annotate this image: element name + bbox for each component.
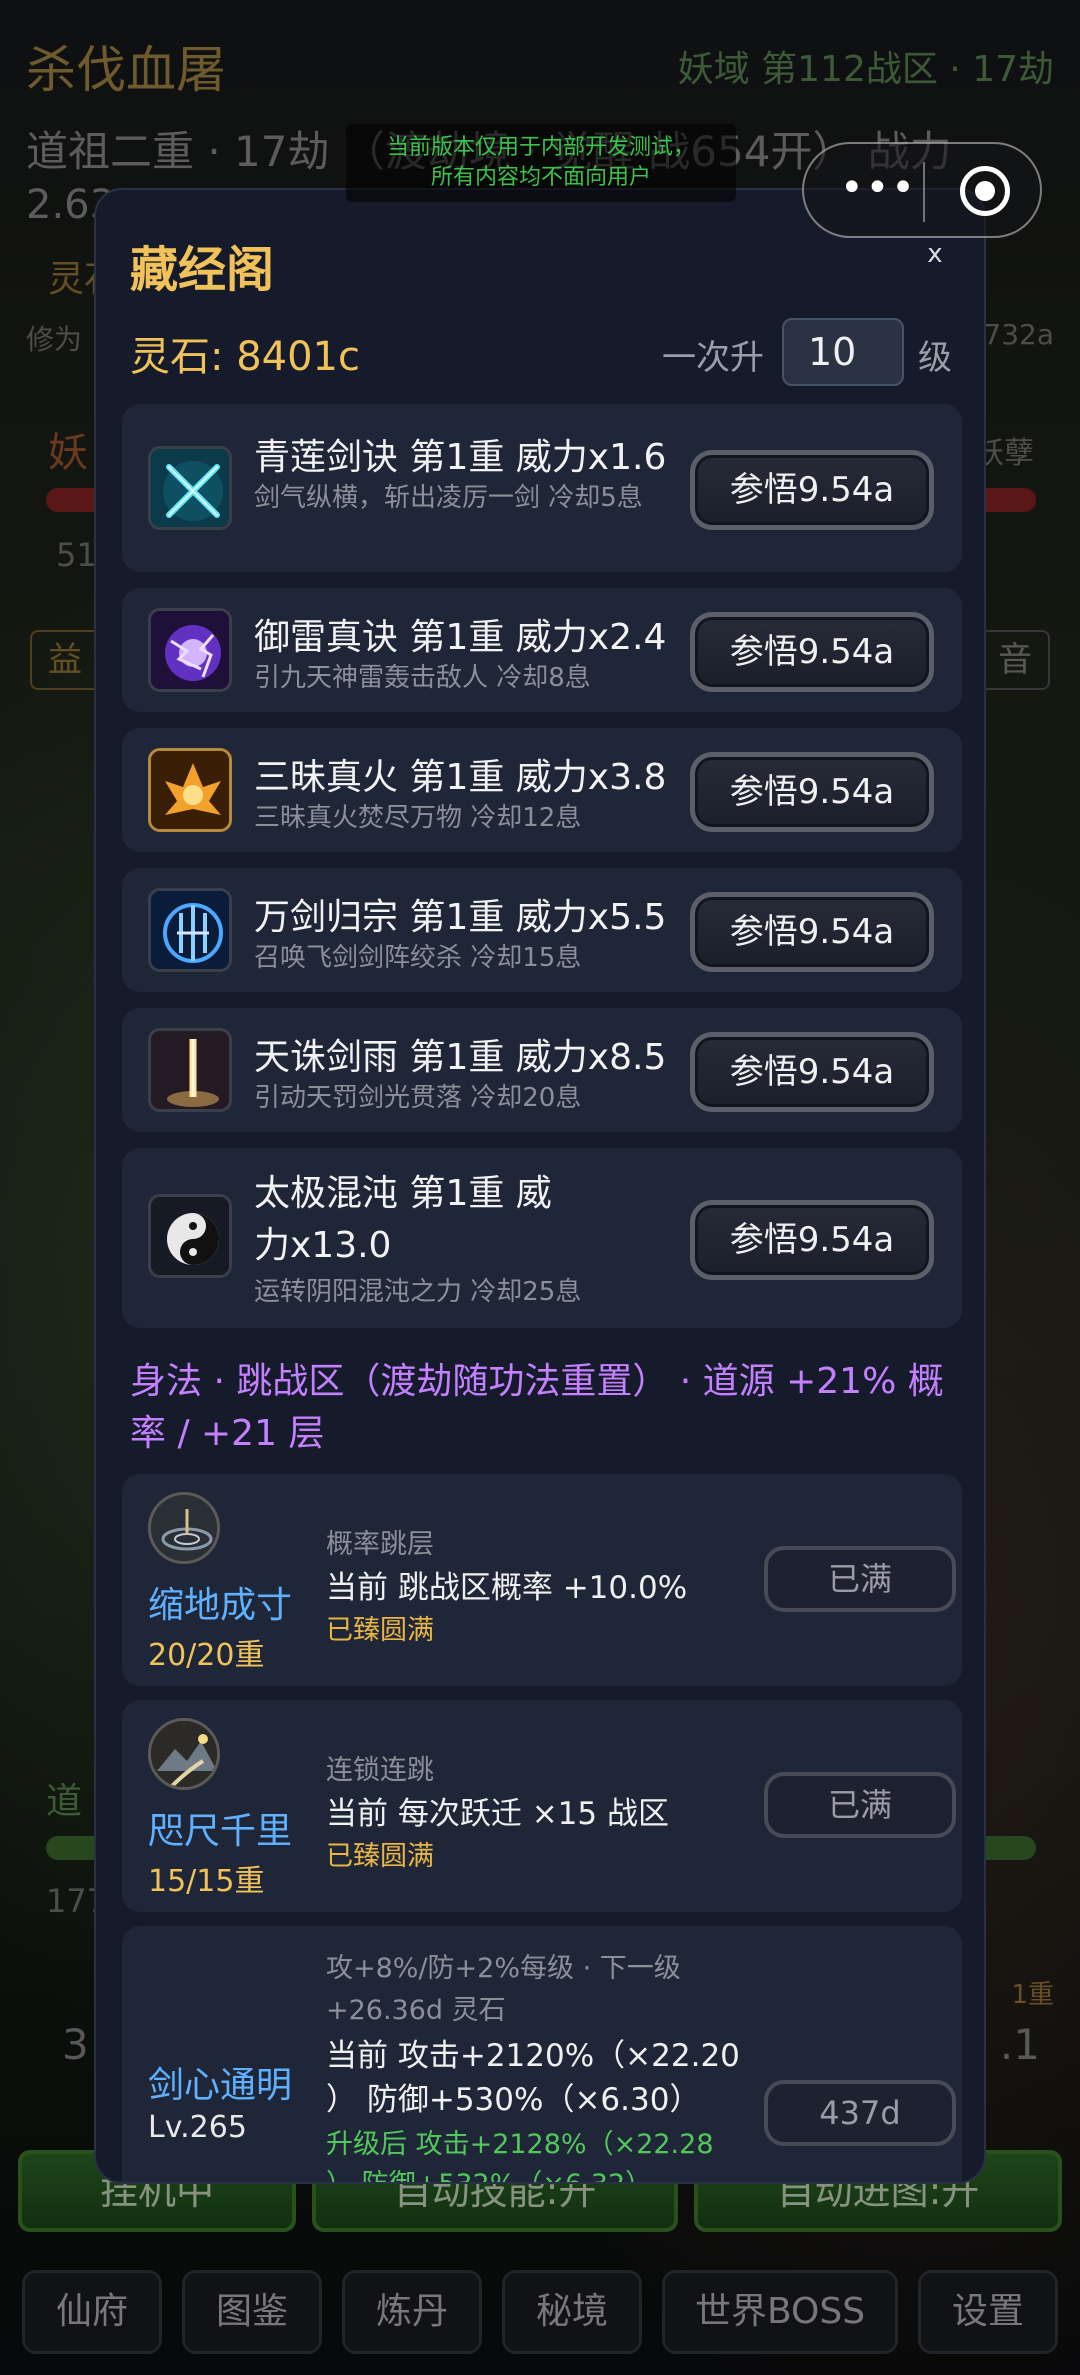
movement-current-effect: 当前 每次跃迁 ×15 战区 xyxy=(326,1796,669,1832)
skill-title: 三昧真火 第1重 威力x3.8 xyxy=(254,757,667,798)
skill-title-line2: 力x13.0 xyxy=(254,1225,392,1266)
upgrade-button[interactable]: 437d xyxy=(764,2080,956,2146)
spirit-stone-balance: 灵石: 8401c xyxy=(130,334,360,380)
skill-description: 运转阴阳混沌之力 冷却25息 xyxy=(254,1277,582,1307)
upgrade-name: 剑心通明 xyxy=(148,2065,293,2106)
upgrade-desc-line1: 攻+8%/防+2%每级 · 下一级 xyxy=(326,1953,681,1984)
ripple-step-icon xyxy=(148,1492,220,1564)
skill-description: 三昧真火焚尽万物 冷却12息 xyxy=(254,803,582,833)
close-miniprogram-icon[interactable] xyxy=(960,166,1010,216)
maxed-button[interactable]: 已满 xyxy=(764,1546,956,1612)
skill-card: 御雷真诀 第1重 威力x2.4 引九天神雷轰击敌人 冷却8息 参悟9.54a xyxy=(122,588,962,712)
movement-type: 概率跳层 xyxy=(326,1529,434,1560)
yin-yang-icon xyxy=(148,1194,232,1278)
movement-card: 缩地成寸 20/20重 概率跳层 当前 跳战区概率 +10.0% 已臻圆满 已满 xyxy=(122,1474,962,1686)
purple-thunder-orb-icon xyxy=(148,608,232,692)
upgrade-desc-line2: +26.36d 灵石 xyxy=(326,1995,506,2026)
upgrade-current-line2: ） 防御+530%（×6.30） xyxy=(326,2082,701,2118)
skill-title-line1: 太极混沌 第1重 威 xyxy=(254,1173,552,1214)
skill-card: 三昧真火 第1重 威力x3.8 三昧真火焚尽万物 冷却12息 参悟9.54a xyxy=(122,728,962,852)
comprehend-button[interactable]: 参悟9.54a xyxy=(690,612,934,692)
maxed-button[interactable]: 已满 xyxy=(764,1772,956,1838)
capsule-divider xyxy=(923,162,925,222)
upgrade-card: 攻+8%/防+2%每级 · 下一级 +26.36d 灵石 当前 攻击+2120%… xyxy=(122,1926,962,2182)
movement-level: 20/20重 xyxy=(148,1638,265,1673)
skill-card: 太极混沌 第1重 威 力x13.0 运转阴阳混沌之力 冷却25息 参悟9.54a xyxy=(122,1148,962,1328)
library-modal: 藏经阁 x 灵石: 8401c 一次升 级 青莲剑诀 第1重 威力x1.6 剑气… xyxy=(94,188,986,2184)
skill-description: 剑气纵横，斩出凌厉一剑 冷却5息 xyxy=(254,483,643,513)
upgrade-current-line1: 当前 攻击+2120%（×22.20 xyxy=(326,2038,740,2074)
movement-name: 缩地成寸 xyxy=(148,1585,293,1626)
mini-program-capsule: ••• xyxy=(802,142,1042,238)
skill-description: 引九天神雷轰击敌人 冷却8息 xyxy=(254,663,591,693)
cyan-sword-cross-icon xyxy=(148,446,232,530)
movement-name: 咫尺千里 xyxy=(148,1811,293,1852)
dev-notice: 当前版本仅用于内部开发测试， 所有内容均不面向用户 xyxy=(346,124,736,202)
movement-status: 已臻圆满 xyxy=(326,1615,434,1646)
upgrade-next-line2: ） 防御+532%（×6.32） xyxy=(326,2162,652,2182)
dev-notice-line2: 所有内容均不面向用户 xyxy=(430,165,651,190)
level-unit-label: 级 xyxy=(918,338,952,378)
skill-card: 天诛剑雨 第1重 威力x8.5 引动天罚剑光贯落 冷却20息 参悟9.54a xyxy=(122,1008,962,1132)
comprehend-button[interactable]: 参悟9.54a xyxy=(690,450,934,530)
golden-flame-lotus-icon xyxy=(148,748,232,832)
comprehend-button[interactable]: 参悟9.54a xyxy=(690,892,934,972)
upgrade-quantity-input[interactable] xyxy=(782,318,904,386)
skill-description: 引动天罚剑光贯落 冷却20息 xyxy=(254,1083,582,1113)
blue-sword-array-icon xyxy=(148,888,232,972)
comprehend-button[interactable]: 参悟9.54a xyxy=(690,752,934,832)
skill-title: 御雷真诀 第1重 威力x2.4 xyxy=(254,617,667,658)
upgrade-level: Lv.265 xyxy=(148,2110,247,2145)
upgrade-next-line1: 升级后 攻击+2128%（×22.28 xyxy=(326,2129,714,2160)
skill-description: 召唤飞剑剑阵绞杀 冷却15息 xyxy=(254,943,582,973)
skill-title: 天诛剑雨 第1重 威力x8.5 xyxy=(254,1037,667,1078)
skill-title: 万剑归宗 第1重 威力x5.5 xyxy=(254,897,667,938)
skill-card: 青莲剑诀 第1重 威力x1.6 剑气纵横，斩出凌厉一剑 冷却5息 参悟9.54a xyxy=(122,404,962,572)
skill-title: 太极混沌 第1重 威 力x13.0 xyxy=(254,1168,552,1272)
movement-card: 咫尺千里 15/15重 连锁连跳 当前 每次跃迁 ×15 战区 已臻圆满 已满 xyxy=(122,1700,962,1912)
comprehend-button[interactable]: 参悟9.54a xyxy=(690,1200,934,1280)
movement-status: 已臻圆满 xyxy=(326,1841,434,1872)
mountain-road-icon xyxy=(148,1718,220,1790)
skill-card: 万剑归宗 第1重 威力x5.5 召唤飞剑剑阵绞杀 冷却15息 参悟9.54a xyxy=(122,868,962,992)
skill-title: 青莲剑诀 第1重 威力x1.6 xyxy=(254,437,667,478)
more-options-icon[interactable]: ••• xyxy=(840,166,915,216)
movement-type: 连锁连跳 xyxy=(326,1755,434,1786)
movement-current-effect: 当前 跳战区概率 +10.0% xyxy=(326,1570,688,1606)
golden-sword-rain-icon xyxy=(148,1028,232,1112)
modal-title: 藏经阁 xyxy=(130,242,275,298)
dev-notice-line1: 当前版本仅用于内部开发测试， xyxy=(386,135,695,160)
batch-upgrade-label: 一次升 xyxy=(662,338,764,378)
movement-section-title: 身法 · 跳战区（渡劫随功法重置） · 道源 +21% 概率 / +21 层 xyxy=(130,1361,944,1454)
comprehend-button[interactable]: 参悟9.54a xyxy=(690,1032,934,1112)
movement-level: 15/15重 xyxy=(148,1864,265,1899)
